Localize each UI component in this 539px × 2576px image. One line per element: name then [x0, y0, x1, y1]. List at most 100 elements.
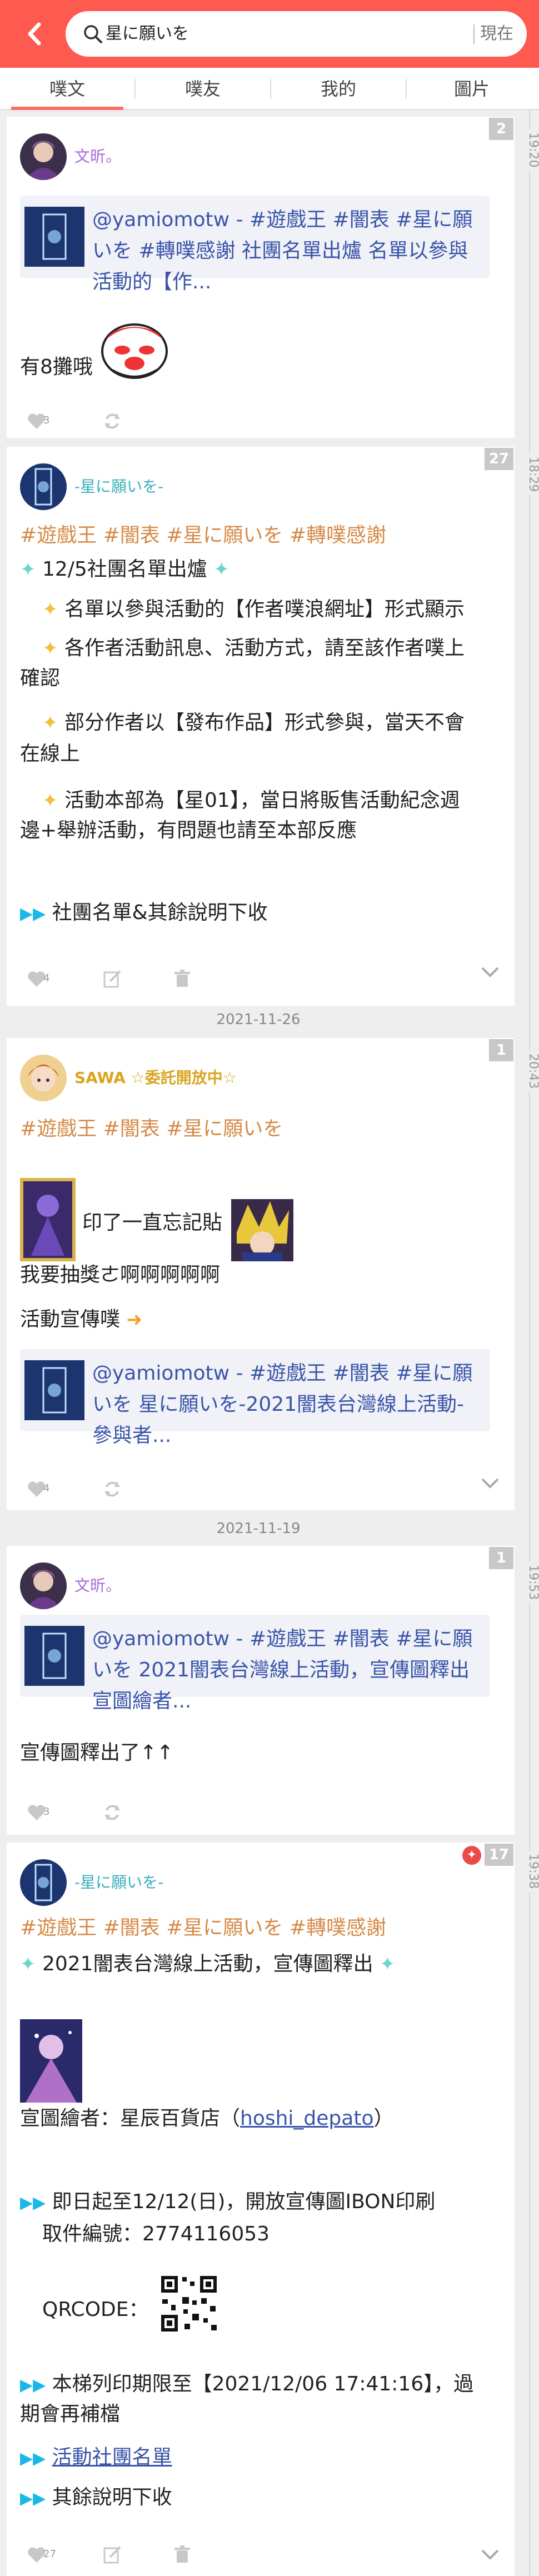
post-card[interactable]: 1 SAWA ☆委託開放中☆ #遊戲王 #闇表 #星に願いを 印了一直忘記貼 我… — [7, 1038, 515, 1510]
artist-link[interactable]: hoshi_depato — [240, 2107, 373, 2130]
search-input[interactable]: 星に願いを 現在 — [66, 11, 527, 57]
chevron-down-icon[interactable] — [479, 1475, 501, 1491]
post-text: 在線上 — [20, 742, 81, 765]
link-title: @yamiomotw - #遊戲王 #闇表 #星に願いを 星に願いを-2021闇… — [92, 1362, 473, 1447]
arrow-right-icon: ➜ — [126, 1309, 142, 1331]
post-line[interactable]: ▶▶ 活動社團名單 — [20, 2443, 172, 2474]
post-text: 取件編號：2774116053 — [42, 2223, 270, 2245]
post-line: ▶▶ 即日起至12/12(日)，開放宣傳圖IBON印刷 — [20, 2187, 435, 2218]
post-actions: 4 — [27, 1479, 193, 1501]
post-time: 18:29 — [518, 453, 539, 496]
post-line: 活動宣傳噗 ➜ — [20, 1305, 142, 1335]
post-card[interactable]: 1 文昕。 @yamiomotw - #遊戲王 #闇表 #星に願いを 2021闇… — [7, 1546, 515, 1835]
post-line: ✦ 部分作者以【發布作品】形式參與，當天不會 — [42, 708, 465, 738]
date-separator: 2021-11-26 — [216, 1011, 301, 1028]
post-line[interactable]: ▶▶ 社團名單&其餘說明下收 — [20, 898, 268, 929]
post-tags[interactable]: #遊戲王 #闇表 #星に願いを — [20, 1112, 283, 1141]
post-text: 有8攤哦 — [20, 356, 93, 378]
tab-images[interactable]: 圖片 — [405, 68, 539, 110]
link-preview[interactable]: @yamiomotw - #遊戲王 #闇表 #星に願いを 星に願いを-2021闇… — [20, 1349, 490, 1447]
attached-image[interactable] — [231, 1199, 293, 1261]
post-text: 12/5社團名單出爐 — [42, 558, 207, 581]
response-count-badge: 27 — [484, 448, 513, 470]
qr-code-image[interactable] — [159, 2274, 219, 2334]
replurk-icon[interactable] — [102, 411, 122, 431]
tab-mine[interactable]: 我的 — [271, 68, 406, 110]
tab-bar: 噗文 噗友 我的 圖片 — [0, 68, 539, 110]
edit-icon[interactable] — [102, 2545, 122, 2565]
post-actions: 27 — [27, 2545, 249, 2567]
post-text: ） — [373, 2107, 394, 2130]
author-name[interactable]: 文昕。 — [74, 1574, 121, 1596]
post-text: 活動宣傳噗 — [20, 1308, 121, 1331]
like-count: 4 — [43, 1482, 50, 1494]
search-icon — [84, 25, 102, 43]
avatar[interactable] — [20, 463, 67, 510]
active-tab-indicator — [11, 107, 123, 110]
tab-posts[interactable]: 噗文 — [0, 68, 134, 110]
attached-image[interactable] — [20, 1178, 76, 1261]
post-text: 部分作者以【發布作品】形式參與，當天不會 — [64, 711, 465, 734]
sticker-image — [101, 323, 168, 379]
post-tags[interactable]: #遊戲王 #闇表 #星に願いを #轉噗感謝 — [20, 1911, 386, 1940]
post-time: 20:43 — [518, 1050, 539, 1092]
post-text: 本梯列印期限至【2021/12/06 17:41:16】，過 — [52, 2373, 474, 2395]
post-card[interactable]: ✦ 17 -星に願いを- #遊戲王 #闇表 #星に願いを #轉噗感謝 ✦ 202… — [7, 1843, 515, 2576]
author-name[interactable]: 文昕。 — [74, 144, 121, 167]
top-bar: 星に願いを 現在 — [0, 0, 539, 68]
tab-friends[interactable]: 噗友 — [136, 68, 270, 110]
delete-icon[interactable] — [172, 2545, 192, 2565]
response-count-badge: 2 — [489, 118, 513, 140]
chevron-down-icon[interactable] — [479, 2546, 501, 2563]
avatar[interactable] — [20, 1859, 67, 1906]
avatar[interactable] — [20, 133, 67, 180]
avatar[interactable] — [20, 1562, 67, 1609]
link-title: @yamiomotw - #遊戲王 #闇表 #星に願いを #轉噗感謝 社團名單出… — [92, 208, 473, 293]
sparkle-icon: ✦ — [20, 558, 36, 581]
like-count: 3 — [43, 415, 50, 426]
link-preview[interactable]: @yamiomotw - #遊戲王 #闇表 #星に願いを #轉噗感謝 社團名單出… — [20, 196, 490, 293]
sparkle-icon: ✦ — [42, 712, 58, 734]
post-text: 印了一直忘記貼 — [82, 1211, 223, 1234]
post-line: ▶▶ 本梯列印期限至【2021/12/06 17:41:16】，過 — [20, 2369, 473, 2400]
like-count: 27 — [43, 2548, 56, 2560]
delete-icon[interactable] — [172, 969, 192, 989]
post-line: ✦ 活動本部為【星01】，當日將販售活動紀念週 — [42, 786, 460, 816]
attached-image[interactable] — [20, 2019, 82, 2103]
post-line: 宣圖繪者：星辰百貨店（hoshi_depato） — [20, 2104, 394, 2134]
author-name[interactable]: SAWA ☆委託開放中☆ — [74, 1066, 237, 1088]
like-count: 3 — [43, 1806, 50, 1818]
play-icon: ▶▶ — [20, 2193, 46, 2213]
chevron-left-icon — [28, 22, 41, 46]
chevron-down-icon[interactable] — [479, 963, 501, 980]
post-text: 我要抽獎ㄜ啊啊啊啊啊 — [20, 1264, 221, 1286]
replurk-icon[interactable] — [102, 1479, 122, 1499]
author-name[interactable]: -星に願いを- — [74, 1870, 163, 1893]
response-count-badge: 1 — [489, 1547, 513, 1569]
avatar[interactable] — [20, 1055, 67, 1101]
pin-icon: ✦ — [462, 1846, 481, 1865]
post-text: 各作者活動訊息、活動方式，請至該作者噗上 — [64, 637, 465, 660]
sparkle-icon: ✦ — [42, 598, 58, 621]
edit-icon[interactable] — [102, 969, 122, 989]
post-card[interactable]: 2 文昕。 @yamiomotw - #遊戲王 #闇表 #星に願いを #轉噗感謝… — [7, 117, 515, 438]
member-list-link[interactable]: 活動社團名單 — [52, 2446, 172, 2469]
link-title: @yamiomotw - #遊戲王 #闇表 #星に願いを 2021闇表台灣線上活… — [92, 1628, 473, 1713]
replurk-icon[interactable] — [102, 1803, 122, 1823]
search-scope-button[interactable]: 現在 — [480, 11, 513, 57]
play-icon: ▶▶ — [20, 2375, 46, 2395]
post-text: 社團名單&其餘說明下收 — [52, 901, 268, 924]
post-text: 期會再補檔 — [20, 2403, 121, 2425]
author-name[interactable]: -星に願いを- — [74, 475, 163, 497]
back-button[interactable] — [20, 19, 50, 49]
response-count-badge: 1 — [489, 1039, 513, 1061]
sparkle-icon: ✦ — [42, 790, 58, 812]
post-line[interactable]: ▶▶ 其餘說明下收 — [20, 2483, 172, 2514]
link-preview[interactable]: @yamiomotw - #遊戲王 #闇表 #星に願いを 2021闇表台灣線上活… — [20, 1615, 490, 1713]
response-count-badge: 17 — [484, 1844, 513, 1866]
post-card[interactable]: 27 -星に願いを- #遊戲王 #闇表 #星に願いを #轉噗感謝 ✦ 12/5社… — [7, 447, 515, 1006]
post-tags[interactable]: #遊戲王 #闇表 #星に願いを #轉噗感謝 — [20, 519, 386, 548]
tab-label: 噗文 — [49, 78, 85, 99]
link-thumbnail — [24, 207, 84, 267]
post-time: 19:53 — [518, 1561, 539, 1604]
